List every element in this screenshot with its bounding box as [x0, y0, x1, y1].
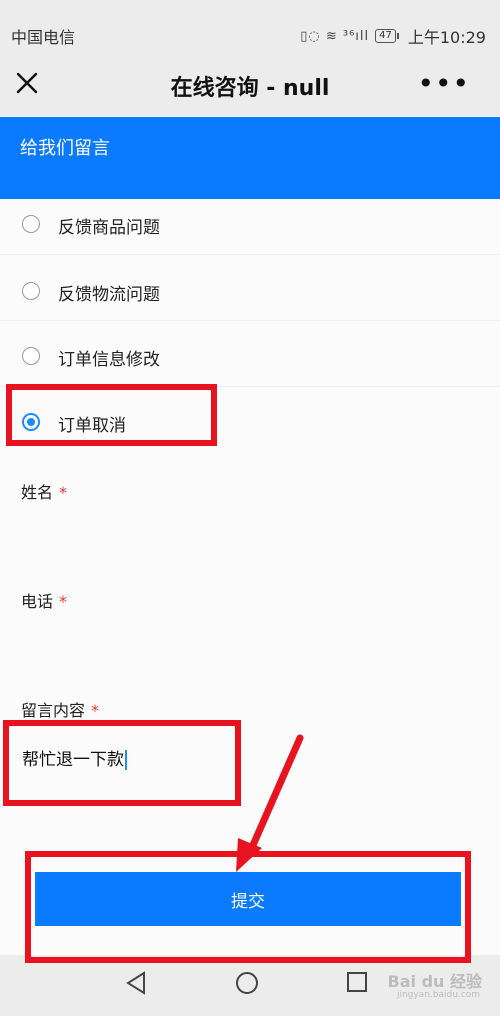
option-feedback-product[interactable]: 反馈商品问题 — [0, 205, 500, 267]
option-order-cancel[interactable]: 订单取消 — [0, 403, 500, 465]
required-mark: * — [91, 701, 100, 720]
battery-icon: 47 — [375, 29, 399, 43]
signal-icon: ▯◌ ≋ ³⁶ıll — [300, 28, 370, 44]
option-label: 订单信息修改 — [58, 350, 160, 370]
text-caret — [125, 750, 127, 770]
clock-time: 上午10:29 — [407, 28, 486, 47]
watermark-url: jingyan.baidu.com — [396, 990, 480, 1000]
option-feedback-logistics[interactable]: 反馈物流问题 — [0, 272, 500, 334]
required-mark: * — [59, 592, 68, 611]
option-label: 反馈商品问题 — [58, 218, 160, 238]
divider — [0, 254, 500, 255]
message-textarea[interactable]: 帮忙退一下款 — [0, 730, 500, 810]
title-bar: 在线咨询 - null ••• — [0, 56, 500, 116]
option-order-modify[interactable]: 订单信息修改 — [0, 337, 500, 399]
message-header: 给我们留言 — [0, 117, 500, 199]
more-options-icon[interactable]: ••• — [417, 67, 470, 100]
message-label-text: 留言内容 — [21, 701, 86, 720]
option-label: 订单取消 — [58, 416, 126, 436]
name-label: 姓名 * — [21, 479, 67, 503]
message-value: 帮忙退一下款 — [22, 745, 127, 770]
option-label: 反馈物流问题 — [58, 285, 160, 305]
submit-label: 提交 — [231, 892, 265, 912]
radio-unchecked-icon[interactable] — [22, 282, 40, 300]
carrier-name: 中国电信 — [11, 28, 76, 47]
back-icon[interactable] — [125, 971, 147, 995]
message-text: 帮忙退一下款 — [22, 750, 124, 770]
phone-label-text: 电话 — [21, 592, 54, 611]
watermark-logo: Bai du 经验 — [387, 972, 482, 991]
message-label: 留言内容 * — [21, 697, 99, 721]
radio-unchecked-icon[interactable] — [22, 215, 40, 233]
radio-checked-icon[interactable] — [22, 413, 40, 431]
radio-unchecked-icon[interactable] — [22, 347, 40, 365]
message-header-title: 给我们留言 — [20, 138, 110, 159]
submit-button[interactable]: 提交 — [35, 872, 461, 926]
divider — [0, 386, 500, 387]
name-input[interactable] — [0, 512, 500, 564]
name-label-text: 姓名 — [21, 483, 54, 502]
phone-label: 电话 * — [21, 588, 67, 612]
divider — [0, 320, 500, 321]
required-mark: * — [59, 483, 68, 502]
home-icon[interactable] — [235, 971, 259, 995]
status-icons: ▯◌ ≋ ³⁶ıll 47 上午10:29 — [300, 24, 486, 48]
phone-input[interactable] — [0, 622, 500, 674]
recent-apps-icon[interactable] — [346, 971, 368, 993]
